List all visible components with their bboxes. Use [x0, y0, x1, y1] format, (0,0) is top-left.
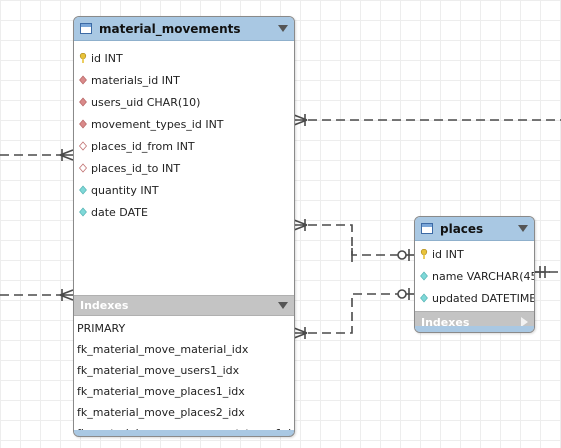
column-row[interactable]: movement_types_id INT	[74, 113, 294, 135]
crows-foot-right-places-from	[293, 219, 308, 231]
column-row[interactable]: id INT	[415, 243, 534, 265]
index-row[interactable]: fk_material_move_material_idx	[74, 339, 294, 360]
entity-material-movements[interactable]: material_movements id INT materials_id I…	[73, 16, 295, 437]
column-label: name VARCHAR(45)	[432, 269, 535, 283]
foreign-key-icon	[79, 119, 87, 129]
table-icon	[421, 223, 433, 234]
column-icon	[420, 293, 428, 303]
entity-title: places	[440, 221, 484, 236]
crows-foot-right-places-to	[293, 327, 308, 339]
column-label: movement_types_id INT	[91, 117, 224, 131]
primary-key-icon	[79, 53, 87, 63]
foreign-key-icon	[79, 75, 87, 85]
foreign-key-icon	[79, 97, 87, 107]
column-icon	[79, 207, 87, 217]
column-label: id INT	[432, 247, 464, 261]
index-label: fk_material_move_users1_idx	[77, 364, 240, 377]
column-row[interactable]: places_id_from INT	[74, 135, 294, 157]
column-row[interactable]: materials_id INT	[74, 69, 294, 91]
collapse-indexes-icon[interactable]	[278, 302, 288, 309]
column-row[interactable]: users_uid CHAR(10)	[74, 91, 294, 113]
column-row[interactable]: updated DATETIME	[415, 287, 534, 309]
column-row[interactable]: name VARCHAR(45)	[415, 265, 534, 287]
crows-foot-right-upper	[293, 114, 308, 126]
crows-foot-left-lower	[59, 289, 74, 301]
column-label: places_id_to INT	[91, 161, 181, 175]
crows-foot-left-upper	[59, 149, 74, 161]
nullable-foreign-key-icon	[79, 163, 87, 173]
index-row[interactable]: PRIMARY	[74, 318, 294, 339]
index-label: PRIMARY	[77, 322, 126, 335]
column-row[interactable]: id INT	[74, 47, 294, 69]
entity-footer	[415, 326, 534, 332]
column-label: users_uid CHAR(10)	[91, 95, 201, 109]
column-label: id INT	[91, 51, 123, 65]
entity-title: material_movements	[99, 21, 241, 36]
relationship-line-places-from	[308, 224, 398, 256]
collapse-icon[interactable]	[278, 25, 288, 32]
entity-places[interactable]: places id INT name VARCHAR(45) updated D…	[414, 216, 535, 333]
column-row[interactable]: quantity INT	[74, 179, 294, 201]
column-label: quantity INT	[91, 183, 159, 197]
column-icon	[79, 185, 87, 195]
index-label: fk_material_move_places2_idx	[77, 406, 245, 419]
index-label: fk_material_move_places1_idx	[77, 385, 245, 398]
collapse-icon[interactable]	[518, 225, 528, 232]
entity-header[interactable]: places	[415, 217, 534, 241]
indexes-label: Indexes	[80, 299, 129, 312]
indexes-header[interactable]: Indexes	[74, 295, 294, 316]
index-label: fk_material_move_material_idx	[77, 343, 249, 356]
column-row[interactable]: places_id_to INT	[74, 157, 294, 179]
entity-header[interactable]: material_movements	[74, 17, 294, 41]
entity-footer	[74, 430, 294, 436]
column-label: places_id_from INT	[91, 139, 195, 153]
column-label: materials_id INT	[91, 73, 180, 87]
index-row[interactable]: fk_material_move_places1_idx	[74, 381, 294, 402]
zero-one-marker-lower	[397, 288, 414, 300]
relationship-line-places-to	[308, 293, 398, 334]
column-row[interactable]: date DATE	[74, 201, 294, 223]
zero-one-marker-upper	[397, 249, 414, 261]
column-label: updated DATETIME	[432, 291, 535, 305]
table-icon	[80, 23, 92, 34]
index-row[interactable]: fk_material_move_places2_idx	[74, 402, 294, 423]
column-label: date DATE	[91, 205, 148, 219]
index-row[interactable]: fk_material_move_users1_idx	[74, 360, 294, 381]
nullable-foreign-key-icon	[79, 141, 87, 151]
primary-key-icon	[420, 249, 428, 259]
one-one-marker-right	[535, 266, 550, 278]
column-icon	[420, 271, 428, 281]
